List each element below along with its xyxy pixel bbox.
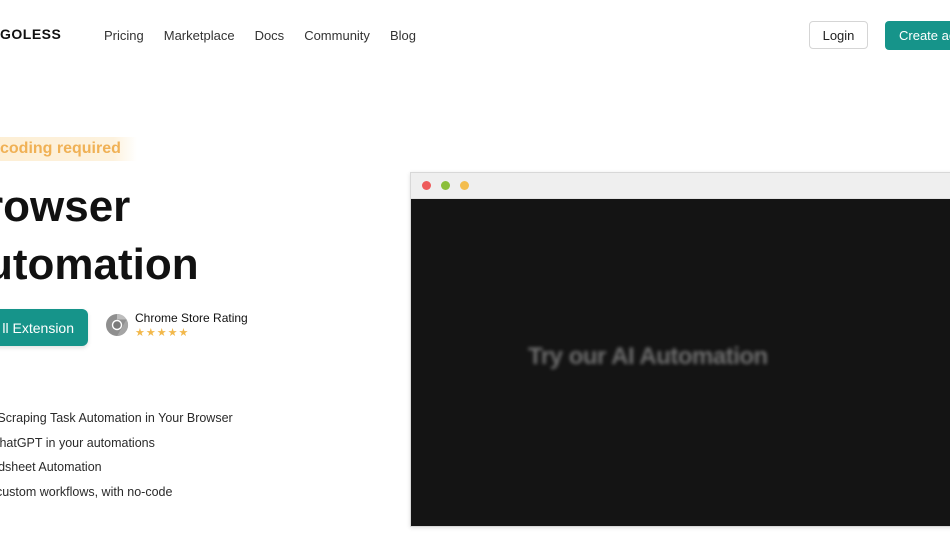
create-account-button[interactable]: Create ac: [885, 21, 950, 50]
minimize-dot-icon: [441, 181, 450, 190]
landing-page: GOLESS Pricing Marketplace Docs Communit…: [0, 0, 950, 534]
login-button[interactable]: Login: [809, 21, 868, 49]
nav-link-blog[interactable]: Blog: [390, 28, 416, 43]
close-dot-icon: [422, 181, 431, 190]
rating-stars: ★★★★★: [135, 327, 190, 339]
browser-title-bar: [411, 173, 950, 199]
hero-title-line-2: utomation: [0, 240, 199, 289]
chrome-store-rating[interactable]: Chrome Store Rating ★★★★★: [105, 311, 248, 340]
install-extension-button[interactable]: ll Extension: [0, 309, 88, 346]
main-nav: Pricing Marketplace Docs Community Blog: [104, 28, 436, 43]
feature-item: readsheet Automation: [0, 460, 102, 475]
hero-title-line-1: rowser: [0, 182, 131, 231]
feature-item: eb Scraping Task Automation in Your Brow…: [0, 411, 233, 425]
no-coding-badge: coding required: [0, 137, 137, 161]
demo-video-caption: Try our AI Automation: [528, 343, 768, 370]
demo-browser-window[interactable]: Try our AI Automation: [410, 172, 950, 527]
feature-item: e ChatGPT in your automations: [0, 435, 155, 450]
nav-link-community[interactable]: Community: [304, 28, 370, 43]
chrome-icon: [106, 314, 129, 336]
nav-link-docs[interactable]: Docs: [255, 28, 285, 43]
logo[interactable]: GOLESS: [0, 26, 61, 42]
maximize-dot-icon: [460, 181, 469, 190]
hero-title: rowser utomation: [0, 178, 199, 294]
nav-link-marketplace[interactable]: Marketplace: [164, 28, 235, 43]
rating-label: Chrome Store Rating: [135, 311, 248, 325]
feature-item: ild custom workflows, with no-code: [0, 485, 173, 500]
feature-list: eb Scraping Task Automation in Your Brow…: [0, 409, 233, 508]
nav-link-pricing[interactable]: Pricing: [104, 28, 144, 43]
